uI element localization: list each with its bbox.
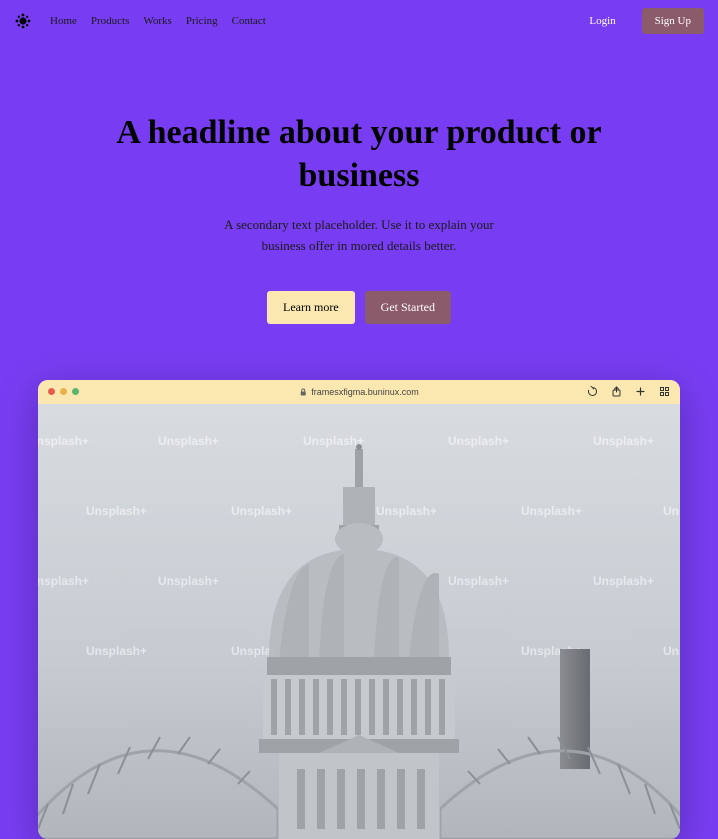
get-started-button[interactable]: Get Started bbox=[365, 291, 451, 324]
new-tab-icon[interactable] bbox=[634, 386, 646, 398]
bridge-left bbox=[38, 669, 278, 839]
lock-icon bbox=[299, 388, 307, 396]
watermark-text: Unsplash+ bbox=[86, 644, 147, 658]
login-link[interactable]: Login bbox=[581, 9, 623, 33]
share-icon[interactable] bbox=[610, 386, 622, 398]
watermark-text: Unsplash+ bbox=[593, 574, 654, 588]
tabs-grid-icon[interactable] bbox=[658, 386, 670, 398]
browser-mockup: framesxfigma.buninux.com Unsplash+ Unspl… bbox=[38, 380, 680, 839]
nav-home[interactable]: Home bbox=[50, 15, 77, 27]
learn-more-button[interactable]: Learn more bbox=[267, 291, 355, 324]
watermark-text: Unsplash+ bbox=[158, 434, 219, 448]
browser-chrome-bar: framesxfigma.buninux.com bbox=[38, 380, 680, 404]
watermark-text: Unsplash+ bbox=[38, 574, 89, 588]
watermark-text: Unsplash+ bbox=[158, 574, 219, 588]
watermark-text: Unsplash+ bbox=[521, 504, 582, 518]
page-headline: A headline about your product or busines… bbox=[60, 112, 658, 197]
page-subhead: A secondary text placeholder. Use it to … bbox=[209, 215, 509, 257]
nav-products[interactable]: Products bbox=[91, 15, 130, 27]
watermark-text: Unsplash+ bbox=[38, 434, 89, 448]
hero-section: A headline about your product or busines… bbox=[0, 42, 718, 354]
watermark-text: Unsplash+ bbox=[663, 504, 680, 518]
nav-pricing[interactable]: Pricing bbox=[186, 15, 218, 27]
brand-logo[interactable] bbox=[14, 12, 32, 30]
refresh-icon[interactable] bbox=[586, 386, 598, 398]
watermark-text: Unsplash+ bbox=[86, 504, 147, 518]
main-nav: Home Products Works Pricing Contact bbox=[50, 15, 266, 27]
browser-actions bbox=[586, 386, 670, 398]
traffic-light-close[interactable] bbox=[48, 388, 55, 395]
signup-button[interactable]: Sign Up bbox=[642, 8, 704, 34]
browser-viewport-image: Unsplash+ Unsplash+ Unsplash+ Unsplash+ … bbox=[38, 404, 680, 839]
nav-contact[interactable]: Contact bbox=[232, 15, 266, 27]
url-text: framesxfigma.buninux.com bbox=[311, 387, 419, 397]
nav-works[interactable]: Works bbox=[143, 15, 171, 27]
watermark-text: Unsplash+ bbox=[663, 644, 680, 658]
traffic-light-maximize[interactable] bbox=[72, 388, 79, 395]
address-bar[interactable]: framesxfigma.buninux.com bbox=[299, 387, 419, 397]
bridge-right bbox=[440, 669, 680, 839]
traffic-light-minimize[interactable] bbox=[60, 388, 67, 395]
watermark-text: Unsplash+ bbox=[593, 434, 654, 448]
top-navigation: Home Products Works Pricing Contact Logi… bbox=[0, 0, 718, 42]
cta-row: Learn more Get Started bbox=[60, 291, 658, 324]
